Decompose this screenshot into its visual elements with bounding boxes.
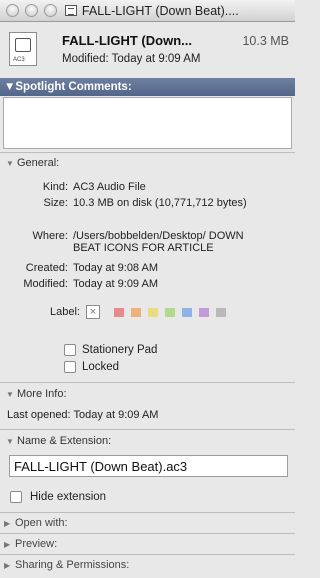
modified-label: Modified: (23, 278, 68, 290)
size-label: Size: (43, 197, 68, 209)
kind-row: Kind: AC3 Audio File (0, 181, 295, 195)
kind-label: Kind: (42, 181, 68, 193)
open-with-label: Open with: (15, 517, 68, 529)
sharing-label: Sharing & Permissions: (15, 559, 130, 571)
spotlight-comments-header[interactable]: ▼Spotlight Comments: (0, 78, 295, 96)
modified-value: Today at 9:09 AM (73, 278, 158, 290)
divider (0, 554, 295, 555)
created-label: Created: (25, 262, 68, 274)
created-row: Created: Today at 9:08 AM (0, 262, 295, 276)
spotlight-comments-field[interactable] (3, 97, 292, 149)
audio-glyph-icon (15, 38, 31, 52)
divider (0, 512, 295, 513)
last-opened-text: Last opened: Today at 9:09 AM (7, 409, 159, 421)
where-label: Where: (32, 230, 68, 242)
open-with-section-header[interactable]: ▶ Open with: (0, 514, 295, 532)
label-row: Label: × (0, 305, 295, 321)
disclosure-open-icon: ▼ (6, 436, 14, 446)
window-controls (0, 4, 57, 17)
file-name: FALL-LIGHT (Down... (62, 33, 192, 48)
file-name-field[interactable]: FALL-LIGHT (Down Beat).ac3 (9, 455, 288, 477)
locked-label: Locked (82, 361, 120, 373)
where-value: /Users/bobbelden/Desktop/ DOWN BEAT ICON… (73, 230, 244, 254)
stationery-pad-checkbox[interactable] (64, 344, 76, 356)
disclosure-open-icon: ▼ (6, 158, 14, 168)
locked-checkbox[interactable] (64, 361, 76, 373)
file-modified: Modified: Today at 9:09 AM (62, 53, 201, 65)
ac3-file-icon: AC3 (9, 32, 37, 66)
window-title: FALL-LIGHT (Down Beat).... (81, 3, 239, 18)
minimize-button[interactable] (25, 4, 38, 17)
general-section-label: General: (17, 157, 60, 169)
label-purple-swatch[interactable] (199, 308, 209, 317)
disclosure-closed-icon: ▶ (4, 560, 11, 570)
sharing-section-header[interactable]: ▶ Sharing & Permissions: (0, 556, 295, 574)
size-value: 10.3 MB on disk (10,771,712 bytes) (73, 197, 247, 209)
document-icon (65, 5, 77, 16)
file-icon-tag: AC3 (13, 57, 25, 63)
label-yellow-swatch[interactable] (148, 308, 158, 317)
name-extension-section-label: Name & Extension: (17, 435, 112, 447)
close-button[interactable] (6, 4, 19, 17)
label-blue-swatch[interactable] (182, 308, 192, 317)
kind-value: AC3 Audio File (73, 181, 146, 193)
size-row: Size: 10.3 MB on disk (10,771,712 bytes) (0, 197, 295, 225)
zoom-button[interactable] (44, 4, 57, 17)
disclosure-open-icon: ▼ (6, 389, 14, 399)
label-orange-swatch[interactable] (131, 308, 141, 317)
preview-label: Preview: (15, 538, 58, 550)
more-info-section-header[interactable]: ▼ More Info: (0, 385, 295, 403)
created-value: Today at 9:08 AM (73, 262, 158, 274)
hide-extension-label: Hide extension (30, 491, 107, 503)
divider (0, 429, 295, 430)
more-info-section-label: More Info: (17, 388, 67, 400)
hide-extension-checkbox[interactable] (10, 491, 22, 503)
label-red-swatch[interactable] (114, 308, 124, 317)
file-header: AC3 FALL-LIGHT (Down... 10.3 MB Modified… (0, 22, 295, 78)
title-bar: FALL-LIGHT (Down Beat).... (0, 0, 295, 22)
divider (0, 533, 295, 534)
divider (0, 382, 295, 383)
name-extension-section-header[interactable]: ▼ Name & Extension: (0, 432, 295, 450)
label-green-swatch[interactable] (165, 308, 175, 317)
no-label-button[interactable]: × (86, 305, 100, 319)
preview-section-header[interactable]: ▶ Preview: (0, 535, 295, 553)
stationery-pad-label: Stationery Pad (82, 344, 158, 356)
disclosure-closed-icon: ▶ (4, 518, 11, 528)
modified-row: Modified: Today at 9:09 AM (0, 278, 295, 292)
disclosure-closed-icon: ▶ (4, 539, 11, 549)
general-section-header[interactable]: ▼ General: (0, 154, 295, 172)
label-gray-swatch[interactable] (216, 308, 226, 317)
color-label-label: Label: (50, 306, 80, 318)
file-size: 10.3 MB (242, 34, 289, 48)
divider (0, 152, 295, 153)
where-row: Where: /Users/bobbelden/Desktop/ DOWN BE… (0, 230, 295, 258)
